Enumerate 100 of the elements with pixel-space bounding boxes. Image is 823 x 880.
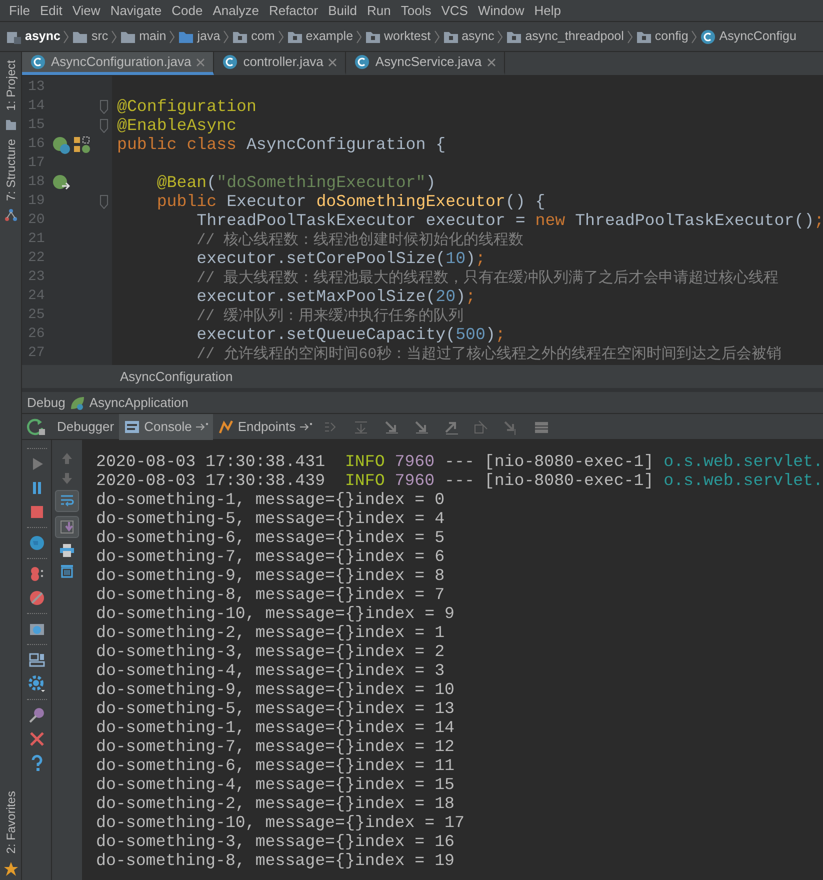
breadcrumb-item[interactable]: src (72, 27, 108, 46)
breadcrumb-item[interactable]: AsyncConfigu (700, 27, 796, 46)
chevron-icon (434, 30, 440, 44)
console-line: do-something-2, message={}index = 1 (96, 623, 446, 642)
breadcrumb-item[interactable]: config (636, 27, 688, 46)
step-into-icon[interactable] (382, 418, 401, 434)
console-line: do-something-8, message={}index = 19 (96, 851, 456, 870)
console-line: do-something-9, message={}index = 10 (96, 680, 456, 699)
menu-item[interactable]: Navigate (105, 0, 167, 20)
menu-item[interactable]: File (4, 0, 35, 20)
code-line: @EnableAsync (117, 116, 238, 135)
console-line: do-something-8, message={}index = 7 (96, 585, 446, 604)
code-line: executor.setQueueCapacity(500); (196, 325, 506, 344)
console-line: do-something-6, message={}index = 11 (96, 756, 456, 775)
breadcrumb-item[interactable]: main (120, 27, 166, 46)
console-line: do-something-3, message={}index = 16 (96, 832, 456, 851)
menu-item[interactable]: Tools (396, 0, 436, 20)
breadcrumb-item[interactable]: async_threadpool (506, 27, 624, 46)
console-line: do-something-4, message={}index = 3 (96, 661, 446, 680)
scroll-to-end-icon (59, 519, 75, 535)
breadcrumb-item[interactable]: async (6, 27, 60, 46)
code-line: // 允许线程的空闲时间60秒：当超过了核心线程之外的线程在空闲时间到达之后会被销 (196, 344, 783, 363)
breadcrumb-item[interactable]: example (286, 27, 354, 46)
editor-tab[interactable]: AsyncConfiguration.java (22, 52, 214, 75)
fold-icon[interactable] (100, 194, 108, 208)
menu-item[interactable]: Edit (34, 0, 68, 20)
class-icon (30, 54, 46, 70)
down-arrow-icon[interactable] (59, 470, 75, 486)
menu-item[interactable]: View (67, 0, 106, 20)
console-line: do-something-5, message={}index = 4 (96, 509, 446, 528)
breadcrumb-item[interactable]: com (232, 27, 275, 46)
code-line: public class AsyncConfiguration { (117, 135, 447, 154)
class-icon (700, 28, 716, 44)
chevron-icon (278, 30, 284, 44)
breadcrumb-item[interactable]: async (442, 27, 494, 46)
soft-wrap-icon (59, 493, 75, 509)
step-into-icon[interactable] (412, 418, 431, 434)
soft-wrap-toggle[interactable] (55, 490, 79, 512)
structure-icon (4, 208, 16, 221)
class-icon (354, 54, 370, 70)
breadcrumb-item[interactable]: AsyncConfiguration (120, 366, 233, 386)
console-line: do-something-9, message={}index = 8 (96, 566, 446, 585)
fold-icon[interactable] (100, 118, 108, 132)
console-line: do-something-1, message={}index = 14 (96, 718, 456, 737)
menu-item[interactable]: Run (362, 0, 396, 20)
menu-item[interactable]: Help (529, 0, 566, 20)
console-icon (124, 418, 140, 434)
menu-item[interactable]: VCS (436, 0, 473, 20)
console-line: do-something-7, message={}index = 6 (96, 547, 446, 566)
close-icon[interactable] (28, 730, 46, 748)
debug-tab[interactable]: Debugger (52, 414, 120, 440)
menu-item[interactable]: Window (472, 0, 530, 20)
console-line: do-something-2, message={}index = 18 (96, 794, 456, 813)
breadcrumb-item[interactable]: worktest (365, 27, 431, 46)
editor-tab[interactable]: AsyncService.java (346, 52, 505, 75)
fold-icon[interactable] (100, 100, 108, 114)
console-line: do-something-3, message={}index = 2 (96, 642, 446, 661)
run-configuration[interactable]: AsyncApplication (89, 392, 188, 412)
console-line: do-something-1, message={}index = 0 (96, 490, 446, 509)
tool-window-tab[interactable]: 1: Project (2, 56, 20, 115)
chevron-icon (626, 30, 633, 44)
layout-icon[interactable] (28, 651, 46, 669)
debug-tab[interactable]: Endpoints (212, 414, 317, 440)
folder-icon (4, 118, 16, 131)
scroll-to-end-toggle[interactable] (55, 516, 79, 538)
settings-icon[interactable] (28, 675, 46, 693)
debug-tab[interactable]: Console (119, 414, 213, 440)
close-icon[interactable] (328, 58, 338, 66)
code-line: executor.setCorePoolSize(10); (196, 249, 486, 268)
tool-window-title: Debug (27, 394, 66, 412)
tool-window-tab[interactable]: 2: Favorites (2, 787, 20, 858)
console-line: 2020-08-03 17:30:38.431 INFO 7960 --- [nio-8080-exec-1] o.s.web.servlet. (96, 452, 823, 471)
code-line: @Configuration (117, 97, 258, 116)
star-icon (4, 862, 18, 876)
close-icon[interactable] (486, 58, 496, 66)
code-line: // 最大线程数：线程池最大的线程数，只有在缓冲队列满了之后才会申请超过核心线程 (196, 268, 780, 287)
menu-item[interactable]: Refactor (264, 0, 324, 20)
breadcrumb-item[interactable]: java (178, 27, 220, 46)
print-icon[interactable] (59, 542, 75, 558)
chevron-icon (63, 30, 70, 44)
code-line: public Executor doSomethingExecutor() { (156, 192, 546, 211)
menu-item[interactable]: Analyze (208, 0, 264, 20)
code-line: // 核心线程数：线程池创建时候初始化的线程数 (196, 230, 525, 249)
chevron-icon (111, 30, 118, 44)
menu-item[interactable]: Code (166, 0, 208, 20)
tool-window-tab[interactable]: 7: Structure (2, 134, 20, 205)
chevron-icon (223, 30, 230, 44)
mute-breakpoints-icon[interactable] (28, 589, 46, 607)
code-line: executor.setMaxPoolSize(20); (196, 287, 477, 306)
menu-item[interactable]: Build (323, 0, 362, 20)
code-line: // 缓冲队列：用来缓冲执行任务的队列 (196, 306, 465, 325)
chevron-icon (356, 30, 362, 44)
console-line: do-something-5, message={}index = 13 (96, 699, 456, 718)
editor-tab[interactable]: controller.java (214, 52, 346, 75)
trash-icon[interactable] (59, 562, 75, 578)
console-line: 2020-08-03 17:30:38.439 INFO 7960 --- [nio-8080-exec-1] o.s.web.servlet. (96, 471, 823, 490)
console-line: do-something-6, message={}index = 5 (96, 528, 446, 547)
close-icon[interactable] (196, 58, 206, 66)
pin-icon[interactable] (28, 706, 46, 724)
chevron-icon (497, 30, 504, 44)
